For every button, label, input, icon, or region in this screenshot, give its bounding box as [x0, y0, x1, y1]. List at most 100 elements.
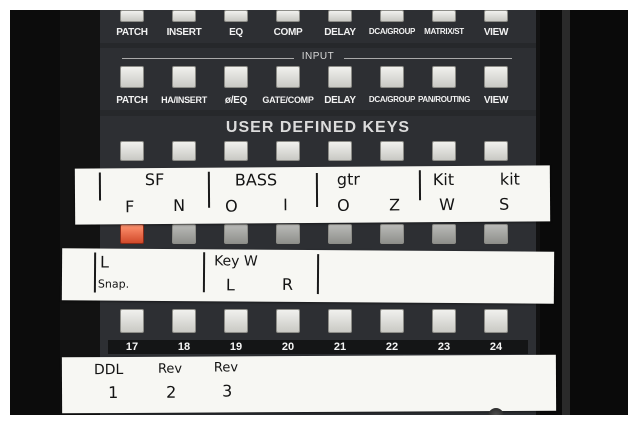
tape1-key-o-1: O	[225, 196, 238, 216]
tape3-key-3: 3	[221, 381, 233, 401]
udk-key-10[interactable]	[172, 224, 196, 244]
console-left-edge	[10, 10, 60, 415]
tape1-key-o-2: O	[337, 195, 350, 215]
input-phase-eq-key[interactable]	[224, 66, 248, 88]
tape1-divider-2	[207, 171, 211, 208]
top-label-comp: COMP	[273, 27, 303, 38]
udk-key-17[interactable]	[120, 309, 144, 333]
udk-key-18[interactable]	[172, 309, 196, 333]
tape1-key-n: N	[173, 195, 186, 215]
tape3-label-rev-2: Rev	[213, 360, 239, 376]
tape1-key-f: F	[125, 197, 135, 217]
tape3-key-1: 1	[107, 382, 119, 403]
input-patch-key[interactable]	[120, 66, 144, 88]
udk-key-16[interactable]	[484, 224, 508, 244]
udk-key-6[interactable]	[380, 141, 404, 161]
input-label-pan-routing: PAN/ROUTING	[417, 95, 471, 104]
tape-label-row-3: DDL Rev Rev 1 2 3	[61, 354, 557, 414]
input-pan-routing-key[interactable]	[432, 66, 456, 88]
input-delay-key[interactable]	[328, 66, 352, 88]
key-number-18: 18	[177, 341, 191, 353]
input-dca-group-key[interactable]	[380, 66, 404, 88]
tape1-divider-3	[315, 172, 319, 207]
top-label-patch: PATCH	[116, 27, 148, 38]
key-number-24: 24	[489, 341, 503, 353]
divider-strip-2	[100, 110, 536, 116]
tape2-divider-2	[202, 252, 206, 293]
top-label-eq: EQ	[229, 27, 243, 38]
udk-key-8[interactable]	[484, 141, 508, 161]
top-key-2[interactable]	[172, 10, 196, 22]
top-label-dca-group: DCA/GROUP	[368, 27, 416, 36]
console-rail	[562, 10, 570, 415]
tape-label-row-1: SF BASS gtr Kit kit F N O I O Z W S	[74, 165, 551, 225]
udk-key-24[interactable]	[484, 309, 508, 333]
udk-key-13[interactable]	[328, 224, 352, 244]
key-number-20: 20	[281, 341, 295, 353]
udk-key-21[interactable]	[328, 309, 352, 333]
tape3-label-rev-1: Rev	[157, 361, 183, 377]
tape1-label-kit-2: kit	[499, 169, 520, 189]
udk-key-7[interactable]	[432, 141, 456, 161]
udk-key-5[interactable]	[328, 141, 352, 161]
tape1-key-s: S	[499, 194, 510, 214]
input-gate-comp-key[interactable]	[276, 66, 300, 88]
input-section-title: INPUT	[301, 51, 335, 62]
key-number-22: 22	[385, 341, 399, 353]
tape2-label-l: L	[100, 252, 110, 272]
tape1-key-w: W	[439, 195, 455, 215]
top-key-3[interactable]	[224, 10, 248, 22]
top-key-7[interactable]	[432, 10, 456, 22]
input-view-key[interactable]	[484, 66, 508, 88]
tape2-label-snap: Snap.	[97, 277, 130, 291]
user-defined-keys-title: USER DEFINED KEYS	[225, 119, 411, 136]
tape1-label-bass: BASS	[234, 170, 278, 190]
tape3-key-2: 2	[165, 382, 177, 402]
key-number-19: 19	[229, 341, 243, 353]
top-key-1[interactable]	[120, 10, 144, 22]
udk-key-11[interactable]	[224, 224, 248, 244]
tape2-label-key-w: Key W	[214, 253, 258, 270]
udk-key-19[interactable]	[224, 309, 248, 333]
tape2-divider-1	[93, 252, 97, 293]
tape1-label-kit-1: Kit	[432, 170, 455, 190]
key-number-23: 23	[437, 341, 451, 353]
udk-key-15[interactable]	[432, 224, 456, 244]
key-number-17: 17	[125, 341, 139, 353]
udk-key-23[interactable]	[432, 309, 456, 333]
input-label-phase-eq: ø/EQ	[224, 95, 248, 106]
divider-strip	[100, 43, 536, 48]
udk-key-1[interactable]	[120, 141, 144, 161]
top-label-insert: INSERT	[166, 27, 202, 38]
udk-key-9-lit[interactable]	[120, 224, 144, 244]
udk-key-12[interactable]	[276, 224, 300, 244]
tape1-divider-4	[418, 170, 422, 201]
tape-label-row-2: L Key W Snap. L R	[61, 248, 555, 304]
udk-key-22[interactable]	[380, 309, 404, 333]
input-line-right	[344, 58, 512, 59]
top-key-6[interactable]	[380, 10, 404, 22]
tape1-label-sf: SF	[144, 170, 165, 190]
udk-key-3[interactable]	[224, 141, 248, 161]
input-label-dca-group: DCA/GROUP	[368, 95, 416, 104]
input-label-patch: PATCH	[116, 95, 148, 106]
tape1-key-i: I	[283, 195, 288, 215]
udk-key-2[interactable]	[172, 141, 196, 161]
console-photo: PATCH INSERT EQ COMP DELAY DCA/GROUP MAT…	[10, 10, 628, 415]
udk-key-20[interactable]	[276, 309, 300, 333]
input-label-view: VIEW	[483, 95, 509, 106]
tape2-key-l: L	[225, 275, 235, 295]
udk-key-4[interactable]	[276, 141, 300, 161]
top-label-delay: DELAY	[324, 27, 356, 38]
top-key-8[interactable]	[484, 10, 508, 22]
top-key-5[interactable]	[328, 10, 352, 22]
tape3-label-ddl: DDL	[93, 361, 124, 379]
top-label-view: VIEW	[483, 27, 509, 38]
udk-key-14[interactable]	[380, 224, 404, 244]
input-label-gate-comp: GATE/COMP	[262, 95, 314, 105]
input-ha-insert-key[interactable]	[172, 66, 196, 88]
top-label-matrix-st: MATRIX/ST	[424, 27, 464, 36]
tape2-divider-3	[316, 254, 320, 295]
top-key-4[interactable]	[276, 10, 300, 22]
key-number-21: 21	[333, 341, 347, 353]
